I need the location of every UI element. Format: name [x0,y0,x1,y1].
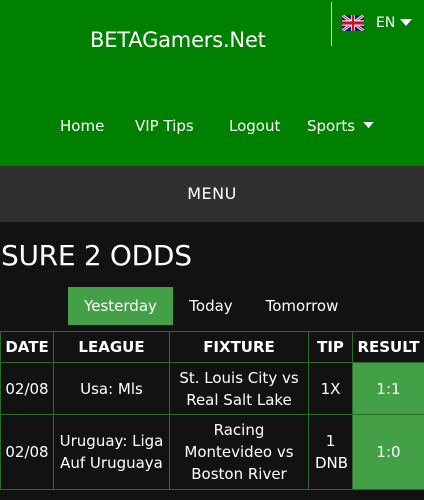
page-title: SURE 2 ODDS [1,239,192,272]
caret-down-icon [363,122,374,129]
table-header-row: DATE LEAGUE FIXTURE TIP RESULT [0,331,424,363]
column-header-result: RESULT [352,331,424,363]
tab-today[interactable]: Today [178,287,244,325]
column-header-league: LEAGUE [53,331,170,363]
table-row: 02/08 Usa: Mls St. Louis City vs Real Sa… [0,362,424,415]
cell-fixture: St. Louis City vs Real Salt Lake [169,362,309,415]
nav-item-vip-tips[interactable]: VIP Tips [135,117,194,135]
cell-date: 02/08 [0,414,54,490]
site-header: BETAGamers.Net EN Home VIP Tips Logout S… [0,0,424,166]
nav-item-home[interactable]: Home [60,117,104,135]
table-row: 02/08 Uruguay: Liga Auf Uruguaya Racing … [0,414,424,490]
caret-down-icon [400,19,413,26]
tips-table: DATE LEAGUE FIXTURE TIP RESULT 02/08 Usa… [0,331,424,490]
cell-fixture: Racing Montevideo vs Boston River [169,414,309,490]
nav-item-logout[interactable]: Logout [229,117,280,135]
language-divider [331,2,332,46]
cell-result: 1:0 [352,414,424,490]
nav-item-sports-label: Sports [307,117,356,135]
tab-yesterday[interactable]: Yesterday [68,287,173,325]
language-selector[interactable]: EN [342,14,413,32]
uk-flag-icon [342,15,364,31]
main-nav: Home VIP Tips Logout Sports [0,117,424,137]
cell-league: Usa: Mls [53,362,170,415]
cell-result: 1:1 [352,362,424,415]
column-header-fixture: FIXTURE [169,331,309,363]
menu-label: MENU [187,184,237,203]
nav-item-sports[interactable]: Sports [307,117,374,135]
column-header-tip: TIP [308,331,353,363]
cell-tip: 1 DNB [308,414,353,490]
column-header-date: DATE [0,331,54,363]
cell-league: Uruguay: Liga Auf Uruguaya [53,414,170,490]
language-label: EN [376,15,396,31]
site-title[interactable]: BETAGamers.Net [90,28,266,52]
cell-date: 02/08 [0,362,54,415]
tab-tomorrow[interactable]: Tomorrow [252,287,352,325]
cell-tip: 1X [308,362,353,415]
menu-bar[interactable]: MENU [0,166,424,222]
